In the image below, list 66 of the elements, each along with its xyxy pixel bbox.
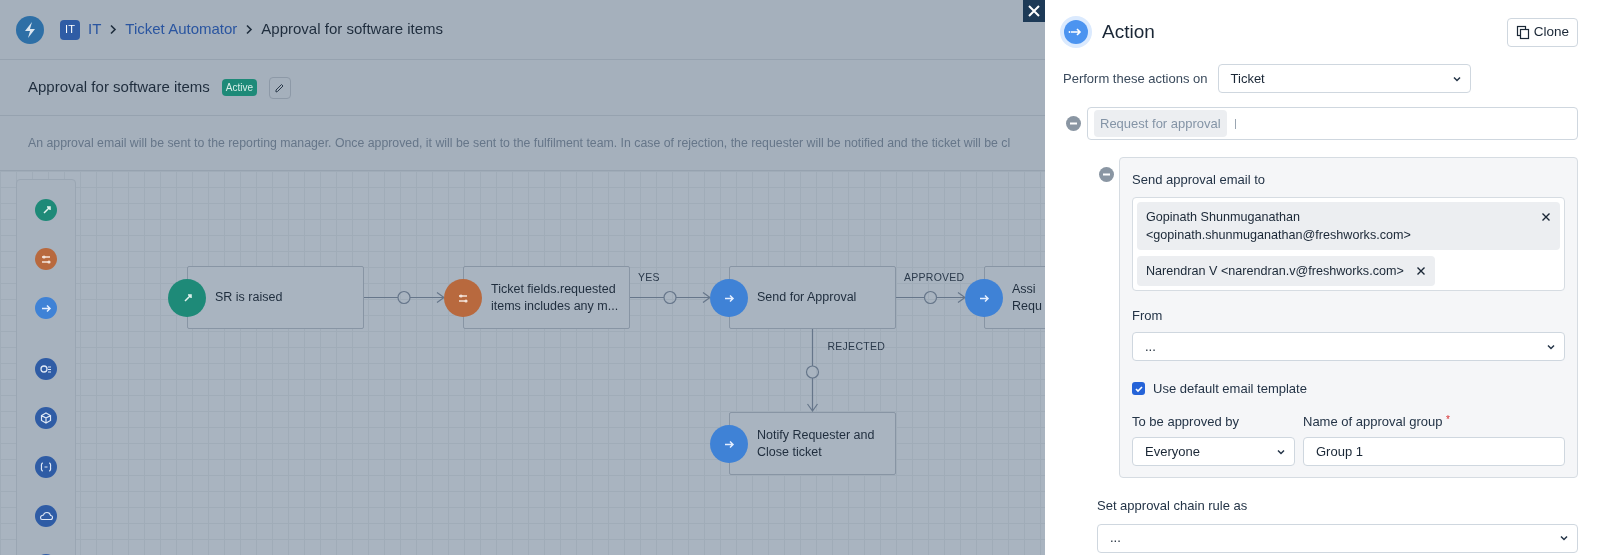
edge-label: APPROVED	[904, 271, 965, 282]
select-value: Ticket	[1230, 69, 1265, 88]
edit-button[interactable]	[269, 76, 291, 99]
copy-icon	[1515, 24, 1530, 40]
field-label: Set approval chain rule as	[1097, 497, 1249, 515]
edge-label: REJECTED	[827, 341, 886, 352]
workflow-title: Approval for software items	[28, 77, 210, 98]
close-button[interactable]	[1023, 0, 1045, 22]
cube-icon[interactable]	[35, 407, 57, 429]
chevron-icon	[245, 24, 254, 35]
recipient-text: Gopinath Shunmuganathan <gopinath.shunmuganathan@freshworks.com>	[1146, 208, 1412, 244]
node-label: Send for Approval	[757, 289, 857, 306]
workflow-node[interactable]: SR is raised	[187, 266, 364, 329]
workflow-node[interactable]: Notify Requester and Close ticket	[729, 412, 896, 475]
edge-label: YES	[638, 271, 660, 282]
remove-icon	[1066, 116, 1081, 131]
select-value: Everyone	[1145, 442, 1200, 461]
breadcrumb-link[interactable]: IT	[88, 18, 102, 41]
select-value: ...	[1110, 529, 1121, 548]
pencil-icon	[274, 81, 286, 94]
field-label: Send approval email to	[1132, 171, 1266, 189]
field-label: To be approved by	[1132, 412, 1240, 431]
workflow-node[interactable]: Send for Approval	[729, 266, 896, 329]
chevron-down-icon	[1559, 533, 1569, 543]
cloud-icon[interactable]	[35, 505, 57, 527]
breadcrumb-link[interactable]: Ticket Automator	[125, 18, 238, 41]
workflow-description: An approval email will be sent to the reporting manager. Once approved, it will be sent to the fulfilment team. In case of rejection, the requester will be notified and the ticket will be cl	[28, 134, 1011, 152]
sliders-icon[interactable]	[35, 248, 57, 270]
node-label: Notify Requester and Close ticket	[757, 426, 875, 461]
group-name-field[interactable]: Group 1	[1303, 437, 1565, 466]
logo-icon	[16, 15, 44, 44]
close-icon	[1028, 5, 1040, 17]
action-tag: Request for approval	[1094, 109, 1227, 138]
field-label: From	[1132, 306, 1164, 325]
connector-arrow	[895, 290, 967, 305]
panel-title: Action	[1102, 19, 1155, 44]
recipient-text: Narendran V <narendran.v@freshworks.com>	[1146, 262, 1404, 280]
clone-button[interactable]: Clone	[1506, 17, 1578, 47]
workspace-badge: IT	[60, 19, 80, 40]
remove-icon[interactable]	[1415, 265, 1426, 276]
checkbox[interactable]	[1132, 382, 1145, 396]
field-label: Perform these actions on	[1062, 69, 1208, 88]
sliders-icon	[444, 278, 482, 317]
breadcrumb-current: Approval for software items	[261, 19, 444, 40]
chevron-icon	[109, 24, 118, 35]
entity-dropdown[interactable]: Ticket	[1217, 64, 1471, 93]
workflow-node[interactable]: Ticket fields.requested items includes any m...	[463, 266, 630, 329]
remove-icon[interactable]	[1541, 211, 1551, 222]
chain-rule-dropdown[interactable]: ...	[1097, 523, 1578, 553]
cursor-icon	[168, 278, 206, 317]
checkbox-label: Use default email template	[1153, 380, 1307, 398]
recipients-field[interactable]: Gopinath Shunmuganathan <gopinath.shunmuganathan@freshworks.com> Narendran V <narendran.v@freshworks.com>	[1132, 196, 1565, 291]
node-label: SR is raised	[215, 289, 283, 306]
select-value: ...	[1145, 337, 1156, 356]
status-badge: Active	[221, 79, 257, 96]
braces-icon[interactable]	[35, 456, 57, 478]
field-label: Name of approval group *	[1303, 412, 1451, 431]
node-label: Ticket fields.requested items includes any m...	[491, 280, 619, 315]
check-icon	[1133, 383, 1144, 394]
query-icon[interactable]	[35, 358, 57, 380]
text-cursor	[1234, 118, 1236, 129]
approver-dropdown[interactable]: Everyone	[1132, 437, 1295, 466]
cursor-icon[interactable]	[35, 199, 57, 221]
from-dropdown[interactable]: ...	[1132, 332, 1565, 361]
node-label: Assi Requ	[1012, 280, 1042, 315]
remove-icon	[1099, 167, 1114, 182]
